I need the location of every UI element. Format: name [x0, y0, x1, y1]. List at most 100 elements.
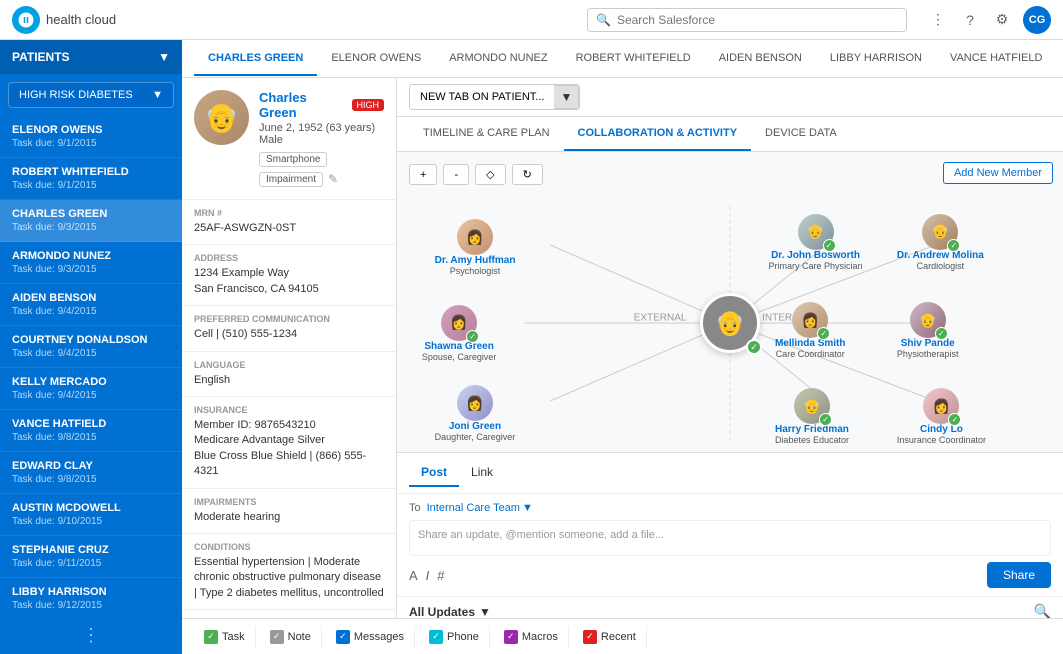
- top-nav: health cloud 🔍 ⋮ ? ⚙ CG: [0, 0, 1063, 40]
- grid-icon[interactable]: ⋮: [927, 9, 949, 31]
- mellinda-role: Care Coordinator: [776, 349, 845, 359]
- node-bosworth[interactable]: 👴 ✓ Dr. John Bosworth Primary Care Physi…: [769, 214, 863, 271]
- node-mellinda[interactable]: 👩 ✓ Mellinda Smith Care Coordinator: [775, 302, 846, 359]
- to-field: To Internal Care Team ▼: [409, 502, 1051, 514]
- harry-name: Harry Friedman: [775, 424, 849, 435]
- nav-icons: ⋮ ? ⚙ CG: [927, 6, 1051, 34]
- joni-avatar: 👩: [457, 385, 493, 421]
- patient-list-item[interactable]: ELENOR OWENS Task due: 9/1/2015: [0, 116, 182, 158]
- help-icon[interactable]: ?: [959, 9, 981, 31]
- patient-list-item[interactable]: EDWARD CLAY Task due: 9/8/2015: [0, 452, 182, 494]
- compose-input[interactable]: Share an update, @mention someone, add a…: [409, 520, 1051, 556]
- bottom-tool-note[interactable]: ✓ Note: [260, 626, 322, 648]
- search-input[interactable]: [617, 13, 898, 27]
- patient-list-item[interactable]: AUSTIN MCDOWELL Task due: 9/10/2015: [0, 494, 182, 536]
- bottom-tool-recent[interactable]: ✓ Recent: [573, 626, 647, 648]
- to-chevron-icon: ▼: [522, 502, 533, 514]
- node-cindy[interactable]: 👩 ✓ Cindy Lo Insurance Coordinator: [897, 388, 986, 445]
- node-shawna[interactable]: 👩 ✓ Shawna Green Spouse, Caregiver: [422, 305, 497, 362]
- patient-tab[interactable]: ARMONDO NUNEZ: [435, 42, 561, 76]
- edit-tags-icon[interactable]: ✎: [328, 172, 338, 187]
- refresh-button[interactable]: ↻: [512, 164, 543, 185]
- link-tab[interactable]: Link: [459, 459, 505, 487]
- zoom-out-button[interactable]: -: [443, 164, 469, 185]
- node-molina[interactable]: 👴 ✓ Dr. Andrew Molina Cardiologist: [897, 214, 984, 271]
- address-label: ADDRESS: [194, 253, 384, 263]
- feed-section: Post Link To Internal Care Team ▼: [397, 452, 1063, 618]
- new-tab-group: NEW TAB ON PATIENT... ▼: [409, 84, 580, 110]
- bottom-tool-macros[interactable]: ✓ Macros: [494, 626, 569, 648]
- sidebar-header-chevron: ▼: [158, 50, 170, 64]
- bottom-tool-task[interactable]: ✓ Task: [194, 626, 256, 648]
- new-tab-button[interactable]: NEW TAB ON PATIENT...: [410, 87, 554, 107]
- sidebar-footer: ⋮: [0, 617, 182, 654]
- patient-list-item[interactable]: AIDEN BENSON Task due: 9/4/2015: [0, 284, 182, 326]
- patient-list-item[interactable]: KELLY MERCADO Task due: 9/4/2015: [0, 368, 182, 410]
- node-joni[interactable]: 👩 Joni Green Daughter, Caregiver: [435, 385, 516, 442]
- patient-tab[interactable]: ROBERT WHITEFIELD: [562, 42, 705, 76]
- shiv-check: ✓: [935, 327, 948, 340]
- sidebar-expand-icon[interactable]: ⋮: [82, 625, 100, 646]
- node-huffman[interactable]: 👩 Dr. Amy Huffman Psychologist: [435, 219, 516, 276]
- node-shiv[interactable]: 👴 ✓ Shiv Pande Physiotherapist: [897, 302, 959, 359]
- external-label: EXTERNAL: [634, 312, 687, 323]
- add-member-button[interactable]: Add New Member: [943, 162, 1053, 184]
- bosworth-name: Dr. John Bosworth: [771, 250, 860, 261]
- sub-tab[interactable]: COLLABORATION & ACTIVITY: [564, 117, 752, 151]
- tool-label-phone: Phone: [447, 631, 479, 643]
- shiv-role: Physiotherapist: [897, 349, 959, 359]
- patient-item-name: STEPHANIE CRUZ: [12, 544, 170, 556]
- mrn-value: 25AF-ASWGZN-0ST: [194, 221, 384, 236]
- bold-icon[interactable]: A: [409, 568, 418, 583]
- patient-list-item[interactable]: COURTNEY DONALDSON Task due: 9/4/2015: [0, 326, 182, 368]
- logo: health cloud: [12, 6, 116, 34]
- patient-gender: Male: [259, 134, 384, 146]
- mrn-label: MRN #: [194, 208, 384, 218]
- patient-item-name: VANCE HATFIELD: [12, 418, 170, 430]
- patient-item-task: Task due: 9/8/2015: [12, 474, 170, 485]
- care-diagram: EXTERNAL INTERNAL 👴 ✓: [409, 193, 1051, 452]
- patient-tab[interactable]: VANCE HATFIELD: [936, 42, 1057, 76]
- bottom-tool-messages[interactable]: ✓ Messages: [326, 626, 415, 648]
- patient-list-item[interactable]: STEPHANIE CRUZ Task due: 9/11/2015: [0, 536, 182, 578]
- new-tab-dropdown[interactable]: ▼: [554, 85, 579, 109]
- reset-button[interactable]: ◇: [475, 164, 505, 185]
- italic-icon[interactable]: I: [426, 568, 430, 583]
- patient-list-item[interactable]: CHARLES GREEN Task due: 9/3/2015: [0, 200, 182, 242]
- conditions-value: Essential hypertension | Moderate chroni…: [194, 555, 384, 601]
- settings-icon[interactable]: ⚙: [991, 9, 1013, 31]
- feed-search-icon[interactable]: 🔍: [1034, 603, 1051, 618]
- patient-tab[interactable]: ELENOR OWENS: [317, 42, 435, 76]
- patient-list-item[interactable]: VANCE HATFIELD Task due: 9/8/2015: [0, 410, 182, 452]
- risk-badge: HIGH: [352, 99, 385, 111]
- sidebar-filter[interactable]: HIGH RISK DIABETES ▼: [8, 82, 174, 108]
- patient-tab[interactable]: LIBBY HARRISON: [816, 42, 936, 76]
- post-tab[interactable]: Post: [409, 459, 459, 487]
- patient-tab[interactable]: AIDEN BENSON: [705, 42, 816, 76]
- sub-tab[interactable]: TIMELINE & CARE PLAN: [409, 117, 564, 151]
- sidebar-header[interactable]: PATIENTS ▼: [0, 40, 182, 74]
- post-compose: To Internal Care Team ▼ Share an update,…: [397, 494, 1063, 596]
- patient-list-item[interactable]: LIBBY HARRISON Task due: 9/12/2015: [0, 578, 182, 617]
- tool-check-note: ✓: [270, 630, 284, 644]
- zoom-in-button[interactable]: +: [409, 164, 437, 185]
- all-updates-bar: All Updates ▼ 🔍: [397, 596, 1063, 618]
- molina-name: Dr. Andrew Molina: [897, 250, 984, 261]
- search-bar[interactable]: 🔍: [587, 8, 907, 32]
- patient-tab[interactable]: CHARLES GREEN: [194, 42, 317, 76]
- share-button[interactable]: Share: [987, 562, 1051, 588]
- node-harry[interactable]: 👴 ✓ Harry Friedman Diabetes Educator: [775, 388, 849, 445]
- hashtag-icon[interactable]: #: [437, 568, 444, 583]
- patient-item-name: ROBERT WHITEFIELD: [12, 166, 170, 178]
- patient-avatar: 👴: [194, 90, 249, 145]
- user-avatar[interactable]: CG: [1023, 6, 1051, 34]
- bottom-tool-phone[interactable]: ✓ Phone: [419, 626, 490, 648]
- sub-tab[interactable]: DEVICE DATA: [751, 117, 851, 151]
- sidebar: PATIENTS ▼ HIGH RISK DIABETES ▼ ELENOR O…: [0, 40, 182, 654]
- all-updates-label[interactable]: All Updates ▼: [409, 605, 491, 619]
- patient-list-item[interactable]: ARMONDO NUNEZ Task due: 9/3/2015: [0, 242, 182, 284]
- patient-item-task: Task due: 9/4/2015: [12, 306, 170, 317]
- to-value[interactable]: Internal Care Team ▼: [427, 502, 533, 514]
- patient-list-item[interactable]: ROBERT WHITEFIELD Task due: 9/1/2015: [0, 158, 182, 200]
- logo-text: health cloud: [46, 12, 116, 27]
